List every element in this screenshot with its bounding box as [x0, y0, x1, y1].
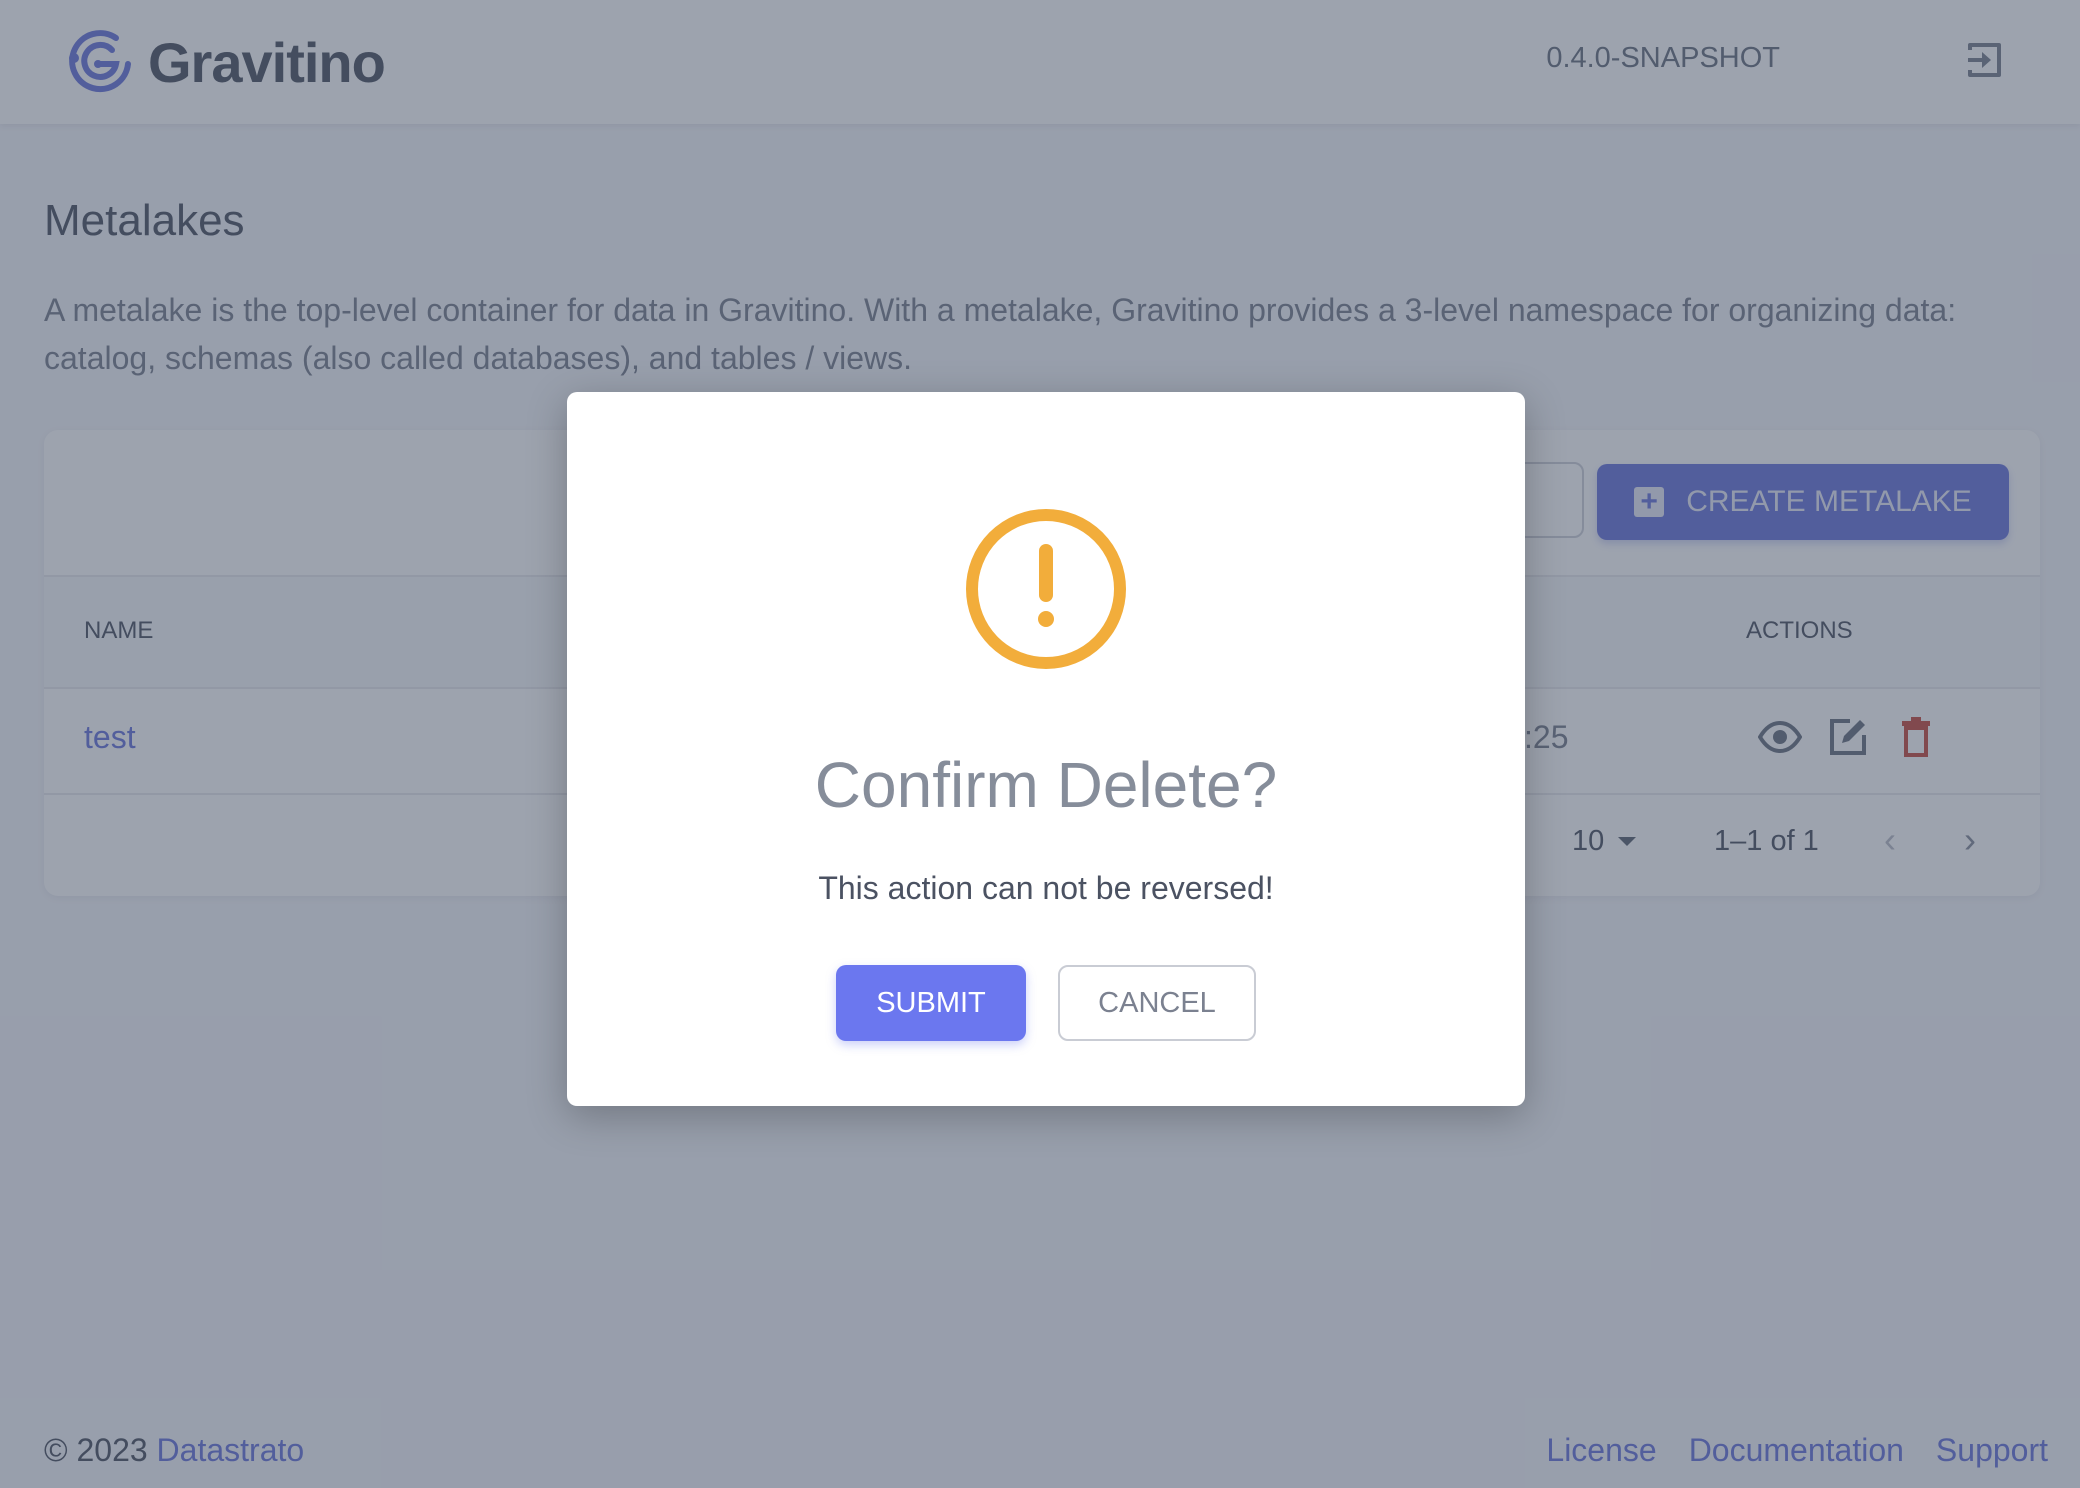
dialog-message: This action can not be reversed! [818, 870, 1274, 906]
warning-circle-icon [966, 509, 1126, 669]
dialog-actions: SUBMIT CANCEL [567, 965, 1525, 1041]
cancel-button[interactable]: CANCEL [1058, 965, 1256, 1041]
confirm-delete-dialog: Confirm Delete? This action can not be r… [567, 392, 1525, 1106]
submit-button[interactable]: SUBMIT [836, 965, 1026, 1041]
dialog-title: Confirm Delete? [814, 749, 1278, 821]
